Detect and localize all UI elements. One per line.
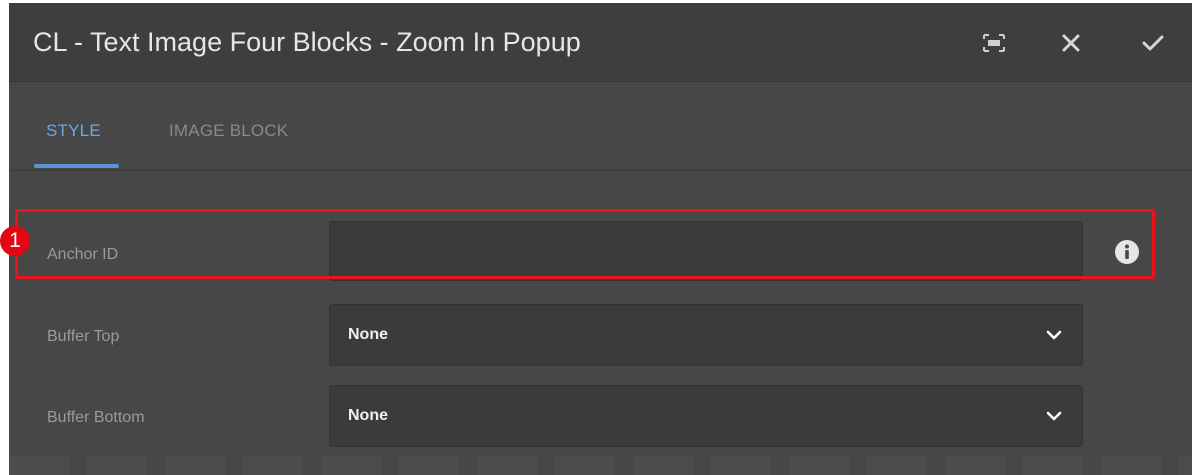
confirm-button[interactable] [1135,25,1171,61]
dialog-header: CL - Text Image Four Blocks - Zoom In Po… [9,3,1192,82]
tab-image-block[interactable]: IMAGE BLOCK [169,121,288,141]
close-button[interactable] [1053,25,1089,61]
buffer-top-select[interactable]: None [329,304,1083,366]
buffer-bottom-label: Buffer Bottom [47,409,145,426]
buffer-bottom-select[interactable]: None [329,385,1083,447]
bottom-pattern [9,455,1192,475]
buffer-top-label: Buffer Top [47,328,120,345]
fullscreen-icon [983,34,1005,52]
dialog-title: CL - Text Image Four Blocks - Zoom In Po… [33,27,581,57]
tab-bar: STYLE IMAGE BLOCK [9,83,1192,171]
fullscreen-button[interactable] [976,25,1012,61]
close-icon [1062,34,1080,52]
chevron-down-icon [1046,330,1062,340]
active-tab-indicator [34,164,119,168]
annotation-highlight [15,209,1155,279]
chevron-down-icon [1046,411,1062,421]
checkmark-icon [1142,35,1164,51]
annotation-badge: 1 [0,226,30,256]
tab-style[interactable]: STYLE [46,121,101,141]
